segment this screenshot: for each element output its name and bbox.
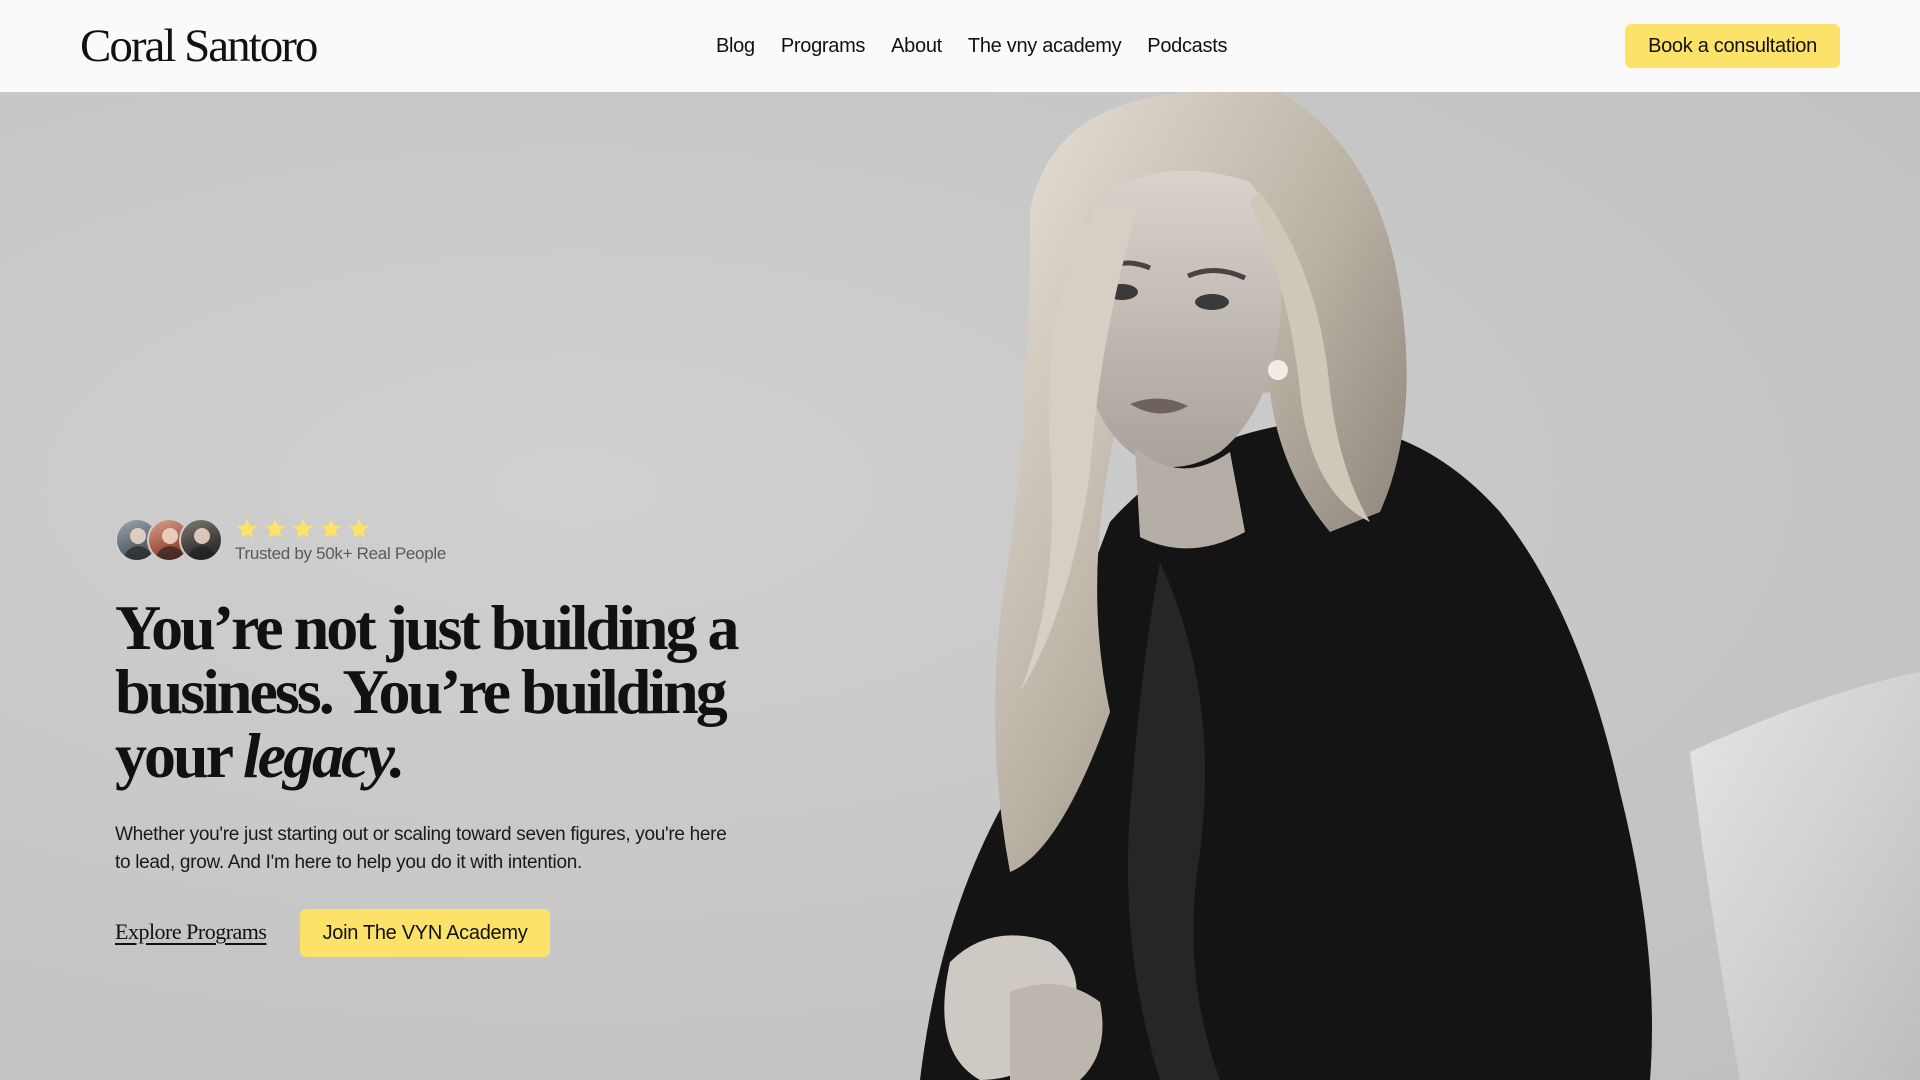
site-header: Coral Santoro Blog Programs About The vn… bbox=[0, 0, 1920, 92]
nav-item-blog[interactable]: Blog bbox=[716, 30, 755, 62]
avatar bbox=[179, 518, 223, 562]
book-consultation-button[interactable]: Book a consultation bbox=[1625, 24, 1840, 68]
hero-subtext: Whether you're just starting out or scal… bbox=[115, 824, 727, 873]
brand-logo[interactable]: Coral Santoro bbox=[80, 18, 318, 74]
hero-headline: You’re not just building a business. You… bbox=[115, 596, 755, 788]
rating-block: Trusted by 50k+ Real People bbox=[235, 516, 446, 564]
join-academy-button[interactable]: Join The VYN Academy bbox=[300, 909, 550, 957]
star-icon bbox=[237, 519, 257, 538]
nav-item-podcasts[interactable]: Podcasts bbox=[1147, 30, 1227, 62]
explore-programs-link[interactable]: Explore Programs bbox=[115, 919, 267, 945]
star-icon bbox=[349, 519, 369, 538]
avatar-group bbox=[115, 518, 223, 562]
trusted-text: Trusted by 50k+ Real People bbox=[235, 544, 446, 563]
nav-item-academy[interactable]: The vny academy bbox=[968, 30, 1122, 62]
headline-emphasis: legacy. bbox=[242, 720, 406, 791]
rating-stars bbox=[235, 516, 446, 542]
nav-item-about[interactable]: About bbox=[891, 30, 942, 62]
hero-section: Trusted by 50k+ Real People You’re not j… bbox=[0, 92, 1920, 1080]
nav-item-programs[interactable]: Programs bbox=[781, 30, 866, 62]
main-nav: Blog Programs About The vny academy Podc… bbox=[716, 30, 1227, 62]
star-icon bbox=[293, 519, 313, 538]
social-proof: Trusted by 50k+ Real People bbox=[115, 516, 446, 564]
star-icon bbox=[321, 519, 341, 538]
headline-text: You’re not just building a business. You… bbox=[115, 592, 739, 791]
star-icon bbox=[265, 519, 285, 538]
portrait-image bbox=[920, 92, 1920, 1080]
